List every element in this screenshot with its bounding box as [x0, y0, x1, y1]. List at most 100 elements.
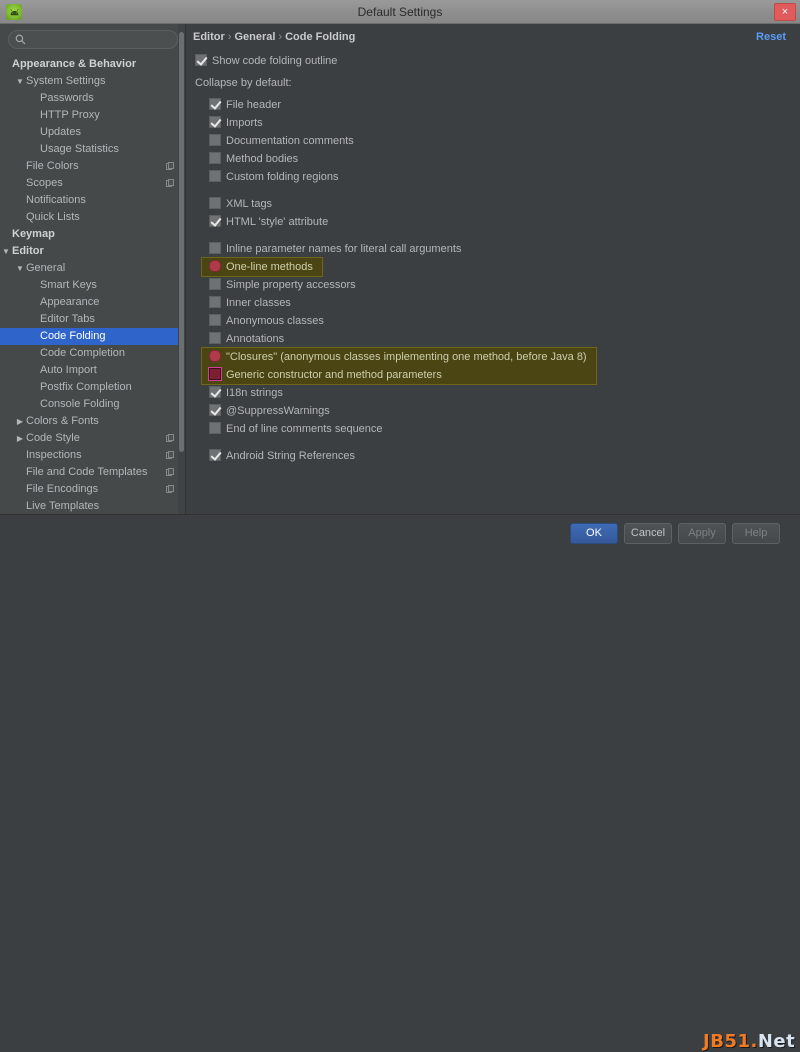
help-button[interactable]: Help [732, 523, 780, 544]
sidebar-item-keymap[interactable]: Keymap [0, 226, 184, 243]
search-input[interactable] [8, 30, 178, 49]
sidebar-item-code-completion[interactable]: Code Completion [0, 345, 184, 362]
checkbox-indicator[interactable] [209, 422, 221, 434]
breadcrumb-item[interactable]: Editor [193, 31, 225, 43]
checkbox-xml-tags[interactable]: XML tags [187, 195, 800, 213]
checkbox-indicator[interactable] [209, 449, 221, 461]
sidebar-item-label: Code Style [26, 430, 80, 447]
sidebar-item-live-templates[interactable]: Live Templates [0, 498, 184, 514]
checkbox-indicator[interactable] [209, 152, 221, 164]
checkbox-indicator[interactable] [209, 404, 221, 416]
checkbox-indicator[interactable] [195, 54, 207, 66]
checkbox-android-string-references[interactable]: Android String References [187, 447, 800, 465]
checkbox-indicator[interactable] [209, 368, 221, 380]
checkbox-annotations[interactable]: Annotations [187, 330, 800, 348]
sidebar-item-label: File Encodings [26, 481, 98, 498]
checkbox-end-of-line-comments-sequence[interactable]: End of line comments sequence [187, 420, 800, 438]
checkbox-i18n-strings[interactable]: I18n strings [187, 384, 800, 402]
checkbox-indicator[interactable] [209, 98, 221, 110]
sidebar-item-auto-import[interactable]: Auto Import [0, 362, 184, 379]
copy-settings-icon [166, 485, 174, 494]
sidebar-item-appearance[interactable]: Appearance [0, 294, 184, 311]
checkbox-indicator[interactable] [209, 314, 221, 326]
checkbox-simple-property-accessors[interactable]: Simple property accessors [187, 276, 800, 294]
collapse-by-default-heading: Collapse by default: [187, 74, 800, 92]
checkbox-generic-constructor-and-method-parameter[interactable]: Generic constructor and method parameter… [187, 366, 800, 384]
checkbox-method-bodies[interactable]: Method bodies [187, 150, 800, 168]
sidebar-item-label: Console Folding [40, 396, 120, 413]
checkbox-indicator[interactable] [209, 116, 221, 128]
sidebar-item-code-style[interactable]: ▶Code Style [0, 430, 184, 447]
sidebar-item-notifications[interactable]: Notifications [0, 192, 184, 209]
sidebar-scrollbar[interactable] [178, 24, 185, 514]
checkbox-indicator[interactable] [209, 278, 221, 290]
checkbox-indicator[interactable] [209, 386, 221, 398]
sidebar-item-usage-statistics[interactable]: Usage Statistics [0, 141, 184, 158]
checkbox-file-header[interactable]: File header [187, 96, 800, 114]
checkbox-label: Annotations [226, 333, 284, 345]
breadcrumb-item[interactable]: Code Folding [285, 31, 355, 43]
checkbox-inner-classes[interactable]: Inner classes [187, 294, 800, 312]
copy-settings-icon [166, 468, 174, 477]
checkbox-indicator[interactable] [209, 332, 221, 344]
settings-tree[interactable]: Appearance & Behavior▼System SettingsPas… [0, 56, 184, 514]
sidebar-item-inspections[interactable]: Inspections [0, 447, 184, 464]
sidebar-item-passwords[interactable]: Passwords [0, 90, 184, 107]
checkbox-documentation-comments[interactable]: Documentation comments [187, 132, 800, 150]
sidebar-item-scopes[interactable]: Scopes [0, 175, 184, 192]
sidebar-item-file-and-code-templates[interactable]: File and Code Templates [0, 464, 184, 481]
chevron-down-icon[interactable]: ▼ [14, 260, 26, 277]
checkbox-indicator[interactable] [209, 350, 221, 362]
sidebar-item-label: Code Folding [40, 328, 105, 345]
checkbox-show-code-folding-outline[interactable]: Show code folding outline [187, 52, 800, 70]
chevron-down-icon[interactable]: ▼ [14, 73, 26, 90]
chevron-down-icon[interactable]: ▼ [0, 243, 12, 260]
close-icon[interactable]: × [774, 3, 796, 21]
chevron-right-icon[interactable]: ▶ [14, 430, 26, 447]
reset-link[interactable]: Reset [756, 31, 786, 43]
sidebar-item-console-folding[interactable]: Console Folding [0, 396, 184, 413]
search-box[interactable] [8, 30, 178, 49]
checkbox-indicator[interactable] [209, 170, 221, 182]
checkbox-label: Custom folding regions [226, 171, 339, 183]
checkbox-html-style-attribute[interactable]: HTML 'style' attribute [187, 213, 800, 231]
sidebar-item-label: Code Completion [40, 345, 125, 362]
checkbox-indicator[interactable] [209, 260, 221, 272]
options-list: Show code folding outline Collapse by def… [187, 52, 800, 514]
apply-button[interactable]: Apply [678, 523, 726, 544]
sidebar-item-file-encodings[interactable]: File Encodings [0, 481, 184, 498]
chevron-right-icon[interactable]: ▶ [14, 413, 26, 430]
sidebar-item-system-settings[interactable]: ▼System Settings [0, 73, 184, 90]
sidebar-item-label: Quick Lists [26, 209, 80, 226]
sidebar-item-appearance-behavior[interactable]: Appearance & Behavior [0, 56, 184, 73]
sidebar-item-updates[interactable]: Updates [0, 124, 184, 141]
sidebar-item-http-proxy[interactable]: HTTP Proxy [0, 107, 184, 124]
checkbox-inline-parameter-names-for-literal-call-[interactable]: Inline parameter names for literal call … [187, 240, 800, 258]
sidebar-scrollbar-thumb[interactable] [179, 32, 184, 452]
sidebar-item-label: Live Templates [26, 498, 99, 514]
checkbox-suppresswarnings[interactable]: @SuppressWarnings [187, 402, 800, 420]
sidebar-item-colors-fonts[interactable]: ▶Colors & Fonts [0, 413, 184, 430]
checkbox-indicator[interactable] [209, 296, 221, 308]
sidebar-item-file-colors[interactable]: File Colors [0, 158, 184, 175]
checkbox-indicator[interactable] [209, 134, 221, 146]
checkbox-indicator[interactable] [209, 197, 221, 209]
sidebar-item-smart-keys[interactable]: Smart Keys [0, 277, 184, 294]
checkbox-anonymous-classes[interactable]: Anonymous classes [187, 312, 800, 330]
checkbox-one-line-methods[interactable]: One-line methods [187, 258, 800, 276]
checkbox-indicator[interactable] [209, 215, 221, 227]
checkbox-indicator[interactable] [209, 242, 221, 254]
sidebar-item-editor-tabs[interactable]: Editor Tabs [0, 311, 184, 328]
breadcrumb-item[interactable]: General [234, 31, 275, 43]
cancel-button[interactable]: Cancel [624, 523, 672, 544]
sidebar-item-general[interactable]: ▼General [0, 260, 184, 277]
sidebar-item-quick-lists[interactable]: Quick Lists [0, 209, 184, 226]
sidebar-item-label: Notifications [26, 192, 86, 209]
checkbox-closures-anonymous-classes-implementing-[interactable]: "Closures" (anonymous classes implementi… [187, 348, 800, 366]
checkbox-imports[interactable]: Imports [187, 114, 800, 132]
ok-button[interactable]: OK [570, 523, 618, 544]
checkbox-custom-folding-regions[interactable]: Custom folding regions [187, 168, 800, 186]
sidebar-item-code-folding[interactable]: Code Folding [0, 328, 184, 345]
sidebar-item-postfix-completion[interactable]: Postfix Completion [0, 379, 184, 396]
sidebar-item-editor[interactable]: ▼Editor [0, 243, 184, 260]
